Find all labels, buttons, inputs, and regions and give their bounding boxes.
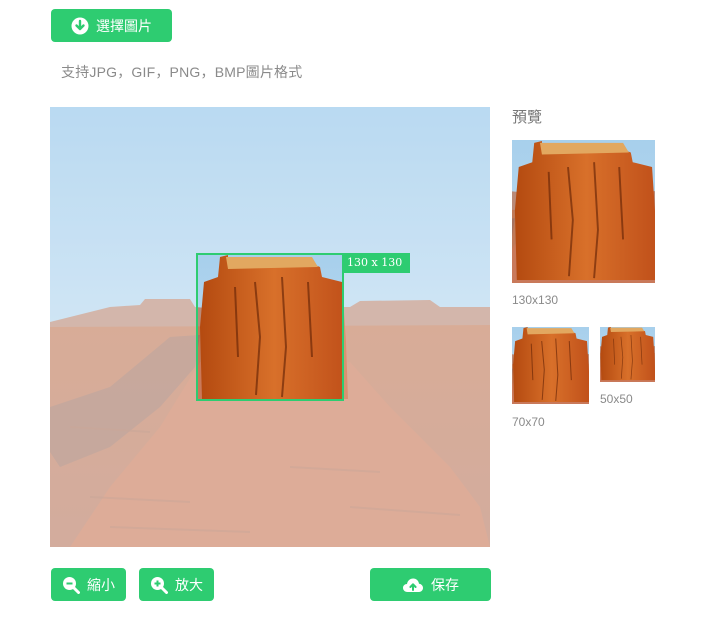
save-button[interactable]: 保存 [370, 568, 491, 601]
preview-title: 預覽 [512, 109, 543, 126]
preview-medium-size: 70x70 [512, 415, 545, 429]
preview-medium [512, 327, 589, 404]
crop-box-image [198, 255, 342, 399]
format-hint: 支持JPG，GIF，PNG，BMP圖片格式 [61, 64, 303, 80]
crop-stage[interactable]: 130 x 130 [50, 107, 490, 547]
zoom-in-icon [150, 576, 168, 594]
download-circle-icon [71, 17, 89, 35]
zoom-out-icon [62, 576, 80, 594]
choose-image-button[interactable]: 選擇圖片 [51, 9, 172, 42]
zoom-out-button[interactable]: 縮小 [51, 568, 126, 601]
zoom-in-button[interactable]: 放大 [139, 568, 214, 601]
preview-large [512, 140, 655, 283]
preview-large-size: 130x130 [512, 293, 559, 307]
crop-box[interactable] [196, 253, 344, 401]
save-label: 保存 [431, 576, 459, 593]
preview-small [600, 327, 655, 382]
cloud-upload-icon [402, 577, 424, 593]
choose-image-label: 選擇圖片 [96, 17, 152, 34]
zoom-in-label: 放大 [175, 576, 203, 593]
zoom-out-label: 縮小 [87, 576, 115, 593]
preview-small-size: 50x50 [600, 392, 633, 406]
crop-size-label: 130 x 130 [344, 253, 410, 273]
